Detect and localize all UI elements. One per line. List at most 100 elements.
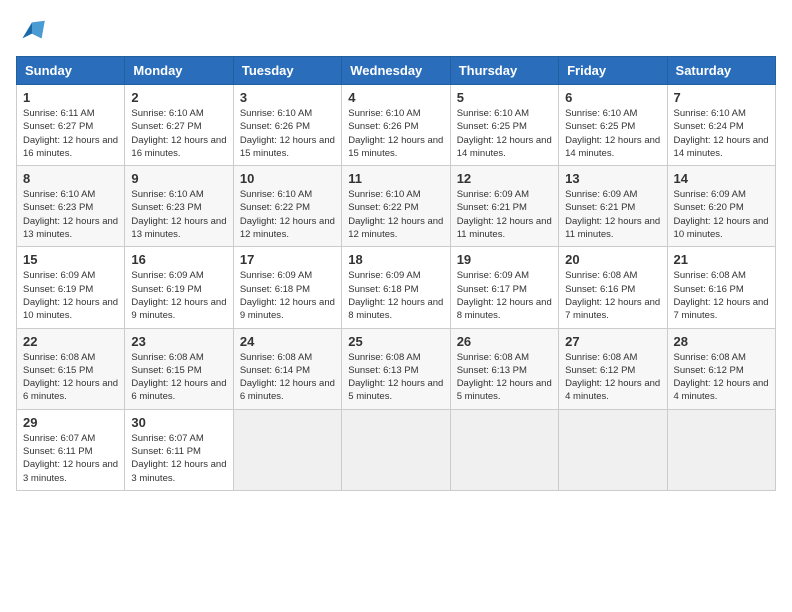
page-header xyxy=(16,16,776,44)
calendar-cell xyxy=(233,409,341,490)
calendar-cell: 7 Sunrise: 6:10 AMSunset: 6:24 PMDaylight… xyxy=(667,85,775,166)
calendar-cell: 8 Sunrise: 6:10 AMSunset: 6:23 PMDaylight… xyxy=(17,166,125,247)
calendar-cell: 29 Sunrise: 6:07 AMSunset: 6:11 PMDayligh… xyxy=(17,409,125,490)
calendar-cell xyxy=(559,409,667,490)
day-info: Sunrise: 6:09 AMSunset: 6:18 PMDaylight:… xyxy=(348,269,443,322)
calendar-cell: 16Sunrise: 6:09 AMSunset: 6:19 PMDayligh… xyxy=(125,247,233,328)
day-number: 4 xyxy=(348,90,443,105)
calendar-cell: 3Sunrise: 6:10 AMSunset: 6:26 PMDaylight… xyxy=(233,85,341,166)
day-number: 10 xyxy=(240,171,335,186)
calendar-header-row: SundayMondayTuesdayWednesdayThursdayFrid… xyxy=(17,57,776,85)
day-number: 28 xyxy=(674,334,769,349)
day-info: Sunrise: 6:10 AMSunset: 6:23 PMDaylight:… xyxy=(23,188,118,241)
calendar-week-row: 29 Sunrise: 6:07 AMSunset: 6:11 PMDayligh… xyxy=(17,409,776,490)
calendar-table: SundayMondayTuesdayWednesdayThursdayFrid… xyxy=(16,56,776,491)
day-info: Sunrise: 6:07 AMSunset: 6:11 PMDaylight:… xyxy=(23,432,118,485)
calendar-cell: 11 Sunrise: 6:10 AMSunset: 6:22 PMDayligh… xyxy=(342,166,450,247)
day-number: 8 xyxy=(23,171,118,186)
day-number: 29 xyxy=(23,415,118,430)
day-number: 26 xyxy=(457,334,552,349)
day-info: Sunrise: 6:09 AMSunset: 6:18 PMDaylight:… xyxy=(240,269,335,322)
calendar-cell: 28 Sunrise: 6:08 AMSunset: 6:12 PMDayligh… xyxy=(667,328,775,409)
day-number: 23 xyxy=(131,334,226,349)
calendar-cell: 24 Sunrise: 6:08 AMSunset: 6:14 PMDayligh… xyxy=(233,328,341,409)
calendar-day-header: Monday xyxy=(125,57,233,85)
calendar-cell: 4 Sunrise: 6:10 AMSunset: 6:26 PMDaylight… xyxy=(342,85,450,166)
day-info: Sunrise: 6:08 AMSunset: 6:14 PMDaylight:… xyxy=(240,351,335,404)
calendar-cell: 5 Sunrise: 6:10 AMSunset: 6:25 PMDaylight… xyxy=(450,85,558,166)
day-number: 24 xyxy=(240,334,335,349)
day-number: 6 xyxy=(565,90,660,105)
calendar-cell: 18 Sunrise: 6:09 AMSunset: 6:18 PMDayligh… xyxy=(342,247,450,328)
calendar-day-header: Saturday xyxy=(667,57,775,85)
day-number: 30 xyxy=(131,415,226,430)
calendar-cell: 6Sunrise: 6:10 AMSunset: 6:25 PMDaylight… xyxy=(559,85,667,166)
day-info: Sunrise: 6:09 AMSunset: 6:20 PMDaylight:… xyxy=(674,188,769,241)
day-number: 3 xyxy=(240,90,335,105)
day-info: Sunrise: 6:10 AMSunset: 6:27 PMDaylight:… xyxy=(131,107,226,160)
day-info: Sunrise: 6:08 AMSunset: 6:12 PMDaylight:… xyxy=(565,351,660,404)
calendar-cell: 15Sunrise: 6:09 AMSunset: 6:19 PMDayligh… xyxy=(17,247,125,328)
day-number: 19 xyxy=(457,252,552,267)
calendar-cell: 30 Sunrise: 6:07 AMSunset: 6:11 PMDayligh… xyxy=(125,409,233,490)
day-number: 27 xyxy=(565,334,660,349)
calendar-cell: 17 Sunrise: 6:09 AMSunset: 6:18 PMDayligh… xyxy=(233,247,341,328)
day-info: Sunrise: 6:10 AMSunset: 6:22 PMDaylight:… xyxy=(240,188,335,241)
day-info: Sunrise: 6:08 AMSunset: 6:15 PMDaylight:… xyxy=(131,351,226,404)
calendar-cell: 2Sunrise: 6:10 AMSunset: 6:27 PMDaylight… xyxy=(125,85,233,166)
day-number: 21 xyxy=(674,252,769,267)
calendar-cell: 10 Sunrise: 6:10 AMSunset: 6:22 PMDayligh… xyxy=(233,166,341,247)
day-number: 12 xyxy=(457,171,552,186)
day-info: Sunrise: 6:08 AMSunset: 6:13 PMDaylight:… xyxy=(457,351,552,404)
calendar-cell: 9 Sunrise: 6:10 AMSunset: 6:23 PMDaylight… xyxy=(125,166,233,247)
calendar-day-header: Wednesday xyxy=(342,57,450,85)
day-number: 5 xyxy=(457,90,552,105)
calendar-day-header: Thursday xyxy=(450,57,558,85)
calendar-cell xyxy=(667,409,775,490)
day-number: 16 xyxy=(131,252,226,267)
day-number: 13 xyxy=(565,171,660,186)
day-info: Sunrise: 6:11 AMSunset: 6:27 PMDaylight:… xyxy=(23,107,118,160)
logo xyxy=(16,16,52,44)
calendar-cell: 25 Sunrise: 6:08 AMSunset: 6:13 PMDayligh… xyxy=(342,328,450,409)
calendar-day-header: Friday xyxy=(559,57,667,85)
day-number: 17 xyxy=(240,252,335,267)
calendar-cell: 20Sunrise: 6:08 AMSunset: 6:16 PMDayligh… xyxy=(559,247,667,328)
day-number: 1 xyxy=(23,90,118,105)
day-info: Sunrise: 6:10 AMSunset: 6:26 PMDaylight:… xyxy=(348,107,443,160)
calendar-day-header: Sunday xyxy=(17,57,125,85)
day-info: Sunrise: 6:10 AMSunset: 6:25 PMDaylight:… xyxy=(457,107,552,160)
calendar-day-header: Tuesday xyxy=(233,57,341,85)
day-info: Sunrise: 6:09 AMSunset: 6:19 PMDaylight:… xyxy=(23,269,118,322)
day-number: 22 xyxy=(23,334,118,349)
day-number: 14 xyxy=(674,171,769,186)
day-info: Sunrise: 6:08 AMSunset: 6:13 PMDaylight:… xyxy=(348,351,443,404)
day-info: Sunrise: 6:08 AMSunset: 6:16 PMDaylight:… xyxy=(674,269,769,322)
day-number: 25 xyxy=(348,334,443,349)
calendar-cell: 26 Sunrise: 6:08 AMSunset: 6:13 PMDayligh… xyxy=(450,328,558,409)
day-info: Sunrise: 6:07 AMSunset: 6:11 PMDaylight:… xyxy=(131,432,226,485)
calendar-cell: 21 Sunrise: 6:08 AMSunset: 6:16 PMDayligh… xyxy=(667,247,775,328)
day-info: Sunrise: 6:10 AMSunset: 6:22 PMDaylight:… xyxy=(348,188,443,241)
day-info: Sunrise: 6:10 AMSunset: 6:24 PMDaylight:… xyxy=(674,107,769,160)
day-number: 7 xyxy=(674,90,769,105)
calendar-week-row: 1 Sunrise: 6:11 AMSunset: 6:27 PMDaylight… xyxy=(17,85,776,166)
calendar-cell: 27 Sunrise: 6:08 AMSunset: 6:12 PMDayligh… xyxy=(559,328,667,409)
day-info: Sunrise: 6:09 AMSunset: 6:21 PMDaylight:… xyxy=(565,188,660,241)
day-number: 20 xyxy=(565,252,660,267)
day-info: Sunrise: 6:09 AMSunset: 6:17 PMDaylight:… xyxy=(457,269,552,322)
day-number: 18 xyxy=(348,252,443,267)
day-info: Sunrise: 6:09 AMSunset: 6:21 PMDaylight:… xyxy=(457,188,552,241)
calendar-cell: 13 Sunrise: 6:09 AMSunset: 6:21 PMDayligh… xyxy=(559,166,667,247)
calendar-week-row: 15Sunrise: 6:09 AMSunset: 6:19 PMDayligh… xyxy=(17,247,776,328)
day-number: 11 xyxy=(348,171,443,186)
calendar-cell xyxy=(450,409,558,490)
day-info: Sunrise: 6:08 AMSunset: 6:15 PMDaylight:… xyxy=(23,351,118,404)
calendar-cell: 23 Sunrise: 6:08 AMSunset: 6:15 PMDayligh… xyxy=(125,328,233,409)
calendar-cell: 22 Sunrise: 6:08 AMSunset: 6:15 PMDayligh… xyxy=(17,328,125,409)
day-info: Sunrise: 6:08 AMSunset: 6:12 PMDaylight:… xyxy=(674,351,769,404)
calendar-week-row: 22 Sunrise: 6:08 AMSunset: 6:15 PMDayligh… xyxy=(17,328,776,409)
day-info: Sunrise: 6:10 AMSunset: 6:23 PMDaylight:… xyxy=(131,188,226,241)
day-number: 9 xyxy=(131,171,226,186)
calendar-body: 1 Sunrise: 6:11 AMSunset: 6:27 PMDaylight… xyxy=(17,85,776,491)
